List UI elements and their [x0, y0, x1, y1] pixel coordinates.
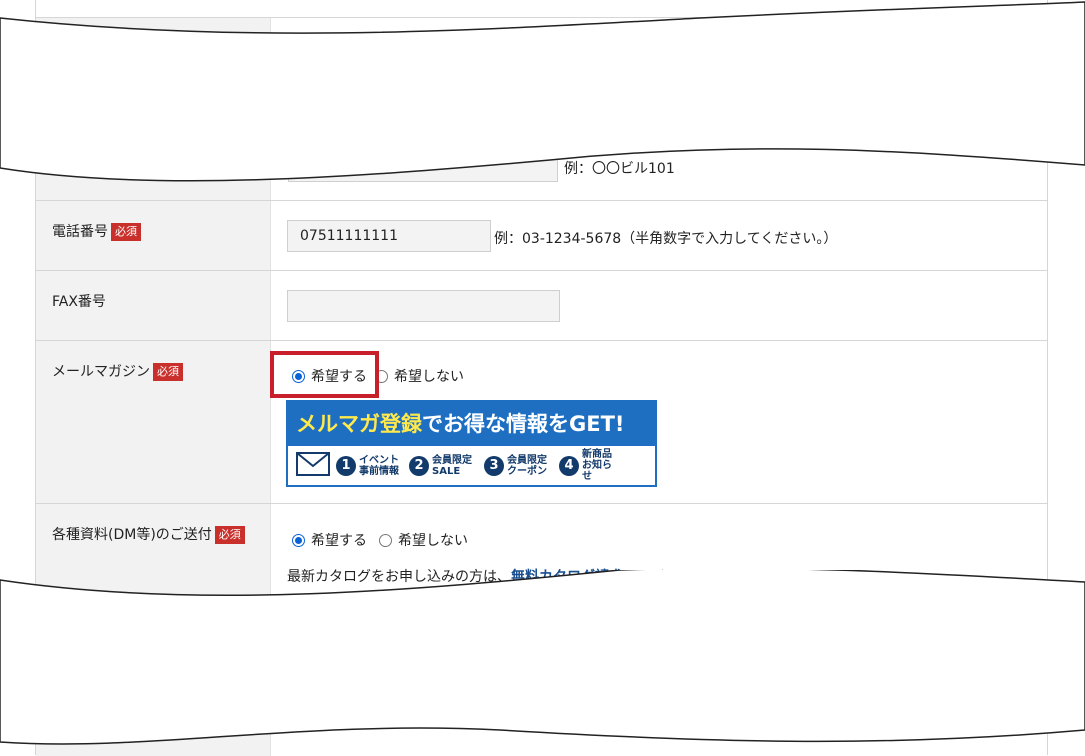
envelope-icon [296, 451, 330, 480]
benefit-label: イベント事前情報 [359, 454, 399, 477]
benefit-number: 4 [559, 455, 579, 476]
dm-radio-group: 希望する 希望しない [292, 530, 476, 550]
banner-headline: メルマガ登録でお得な情報をGET! [288, 402, 655, 446]
dm-option-yes-label: 希望する [311, 533, 367, 549]
phone-label: 電話番号 [52, 224, 108, 240]
phone-row: 電話番号 必須 07511111111 例：03-1234-5678（半角数字で入… [36, 200, 1047, 271]
banner-benefit-2: 2 会員限定SALE [409, 455, 478, 477]
banner-benefits: 1 イベント事前情報 2 会員限定SALE 3 会員限定クーポン 4 新商品お知… [288, 446, 655, 485]
dm-label-wrap: 各種資料(DM等)のご送付 必須 [52, 524, 245, 544]
fax-label-cell: FAX番号 [36, 271, 271, 341]
mail-magazine-label-wrap: メールマガジン 必須 [52, 361, 183, 381]
benefit-label: 会員限定SALE [432, 454, 472, 477]
torn-paper-overlay-bottom [0, 570, 1085, 745]
benefit-label: 会員限定クーポン [507, 454, 547, 477]
banner-benefit-1: 1 イベント事前情報 [336, 455, 403, 477]
dm-option-no-label: 希望しない [398, 533, 468, 549]
benefit-number: 3 [484, 455, 504, 476]
mail-magazine-option-no-label: 希望しない [394, 369, 464, 385]
dm-label: 各種資料(DM等)のご送付 [52, 527, 212, 543]
phone-hint: 例：03-1234-5678（半角数字で入力してください。） [494, 231, 838, 247]
banner-benefit-3: 3 会員限定クーポン [484, 455, 553, 477]
mail-magazine-label: メールマガジン [52, 364, 150, 380]
mail-magazine-label-cell: メールマガジン 必須 [36, 341, 271, 504]
phone-label-cell: 電話番号 必須 [36, 201, 271, 271]
dm-option-no[interactable]: 希望しない [379, 530, 468, 550]
dm-option-yes[interactable]: 希望する [292, 530, 367, 550]
fax-input[interactable] [287, 290, 560, 322]
banner-benefit-4: 4 新商品お知らせ [559, 449, 616, 482]
torn-paper-overlay-top [0, 1, 1085, 182]
required-badge: 必須 [111, 223, 141, 241]
required-badge: 必須 [214, 526, 245, 544]
phone-input[interactable]: 07511111111 [287, 220, 491, 252]
required-badge: 必須 [153, 363, 183, 381]
banner-headline-highlight: メルマガ登録 [296, 412, 422, 436]
radio-checked-icon[interactable] [292, 533, 305, 547]
phone-label-wrap: 電話番号 必須 [52, 221, 141, 241]
radio-unchecked-icon[interactable] [379, 533, 392, 547]
benefit-number: 2 [409, 455, 429, 476]
highlight-box [270, 351, 379, 398]
banner-headline-rest: でお得な情報をGET! [422, 412, 625, 436]
benefit-number: 1 [336, 455, 356, 476]
mail-magazine-banner[interactable]: メルマガ登録でお得な情報をGET! 1 イベント事前情報 2 会員限定SALE … [286, 400, 657, 487]
fax-label: FAX番号 [52, 294, 106, 310]
benefit-label: 新商品お知らせ [582, 449, 612, 482]
mail-magazine-option-no[interactable]: 希望しない [375, 366, 464, 386]
fax-row: FAX番号 [36, 270, 1047, 341]
